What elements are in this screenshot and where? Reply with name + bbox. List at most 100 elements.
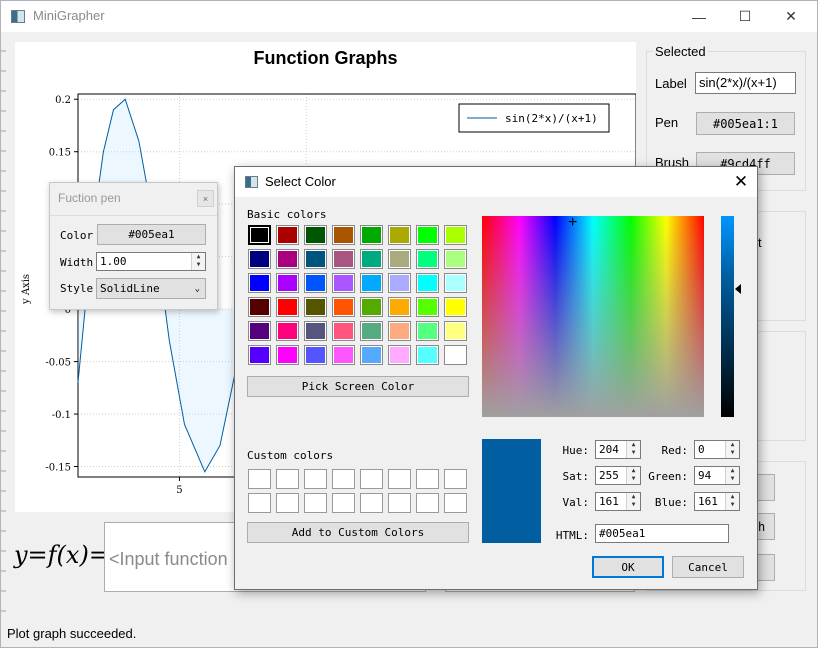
html-input[interactable]: #005ea1: [595, 524, 729, 543]
color-dialog-title-bar[interactable]: Select Color ✕: [235, 167, 757, 197]
basic-color-swatch[interactable]: [304, 273, 327, 293]
custom-color-swatch[interactable]: [416, 493, 439, 513]
basic-color-swatch[interactable]: [388, 249, 411, 269]
basic-color-swatch[interactable]: [388, 345, 411, 365]
value-slider[interactable]: [721, 216, 734, 417]
close-button[interactable]: ✕: [768, 1, 814, 32]
basic-color-swatch[interactable]: [332, 297, 355, 317]
basic-color-swatch[interactable]: [304, 345, 327, 365]
custom-color-swatch[interactable]: [444, 493, 467, 513]
maximize-button[interactable]: ☐: [722, 1, 768, 32]
basic-color-swatch[interactable]: [416, 273, 439, 293]
pick-screen-color-button[interactable]: Pick Screen Color: [247, 376, 469, 397]
label-input[interactable]: sin(2*x)/(x+1): [695, 72, 796, 94]
basic-color-swatch[interactable]: [248, 297, 271, 317]
custom-color-swatch[interactable]: [416, 469, 439, 489]
basic-color-swatch[interactable]: [276, 297, 299, 317]
basic-color-swatch[interactable]: [248, 321, 271, 341]
basic-color-swatch[interactable]: [360, 225, 383, 245]
basic-color-swatch[interactable]: [304, 297, 327, 317]
spin-arrows-icon[interactable]: ▲ ▼: [626, 493, 640, 510]
basic-color-swatch[interactable]: [444, 345, 467, 365]
title-bar[interactable]: MiniGrapher — ☐ ✕: [1, 1, 817, 32]
basic-color-swatch[interactable]: [332, 249, 355, 269]
spin-arrows-icon[interactable]: ▲ ▼: [191, 253, 205, 270]
basic-color-swatch[interactable]: [388, 225, 411, 245]
basic-color-swatch[interactable]: [416, 225, 439, 245]
basic-color-swatch[interactable]: [416, 321, 439, 341]
pen-dialog-close-button[interactable]: ×: [197, 190, 214, 207]
green-spinbox[interactable]: 94 ▲ ▼: [694, 466, 740, 485]
basic-color-swatch[interactable]: [360, 249, 383, 269]
custom-color-swatch[interactable]: [276, 469, 299, 489]
basic-color-swatch[interactable]: [332, 345, 355, 365]
custom-color-swatch[interactable]: [388, 469, 411, 489]
custom-color-swatch[interactable]: [248, 469, 271, 489]
basic-color-swatch[interactable]: [304, 321, 327, 341]
custom-color-swatch[interactable]: [304, 469, 327, 489]
hue-spinbox[interactable]: 204 ▲ ▼: [595, 440, 641, 459]
color-dialog-close-button[interactable]: ✕: [729, 171, 753, 193]
basic-color-swatch[interactable]: [360, 273, 383, 293]
basic-color-swatch[interactable]: [332, 225, 355, 245]
basic-color-swatch[interactable]: [388, 273, 411, 293]
sat-spinbox[interactable]: 255 ▲ ▼: [595, 466, 641, 485]
spin-arrows-icon[interactable]: ▲ ▼: [725, 467, 739, 484]
custom-color-swatch[interactable]: [332, 469, 355, 489]
basic-color-swatch[interactable]: [388, 297, 411, 317]
basic-color-swatch[interactable]: [276, 225, 299, 245]
basic-color-swatch[interactable]: [444, 273, 467, 293]
basic-color-swatch[interactable]: [248, 345, 271, 365]
basic-color-swatch[interactable]: [332, 321, 355, 341]
basic-color-swatch[interactable]: [360, 297, 383, 317]
basic-color-swatch[interactable]: [416, 297, 439, 317]
basic-color-swatch[interactable]: [332, 273, 355, 293]
blue-spinbox[interactable]: 161 ▲ ▼: [694, 492, 740, 511]
custom-color-swatch[interactable]: [332, 493, 355, 513]
spin-arrows-icon[interactable]: ▲ ▼: [725, 493, 739, 510]
basic-color-swatch[interactable]: [444, 321, 467, 341]
left-edge-strip: [1, 32, 6, 622]
custom-color-swatch[interactable]: [304, 493, 327, 513]
red-spinbox[interactable]: 0 ▲ ▼: [694, 440, 740, 459]
basic-color-swatch[interactable]: [444, 297, 467, 317]
basic-color-swatch[interactable]: [388, 321, 411, 341]
spin-arrows-icon[interactable]: ▲ ▼: [725, 441, 739, 458]
custom-color-swatch[interactable]: [248, 493, 271, 513]
basic-color-swatch[interactable]: [444, 225, 467, 245]
basic-color-swatch[interactable]: [276, 249, 299, 269]
basic-color-swatch[interactable]: [248, 273, 271, 293]
pen-width-spinbox[interactable]: 1.00 ▲ ▼: [96, 252, 206, 271]
pen-label: Pen: [655, 115, 679, 130]
basic-color-swatch[interactable]: [416, 345, 439, 365]
hue-saturation-picker[interactable]: [482, 216, 704, 417]
spin-arrows-icon[interactable]: ▲ ▼: [626, 441, 640, 458]
spin-arrows-icon[interactable]: ▲ ▼: [626, 467, 640, 484]
custom-color-swatch[interactable]: [360, 493, 383, 513]
basic-color-swatch[interactable]: [416, 249, 439, 269]
minimize-button[interactable]: —: [676, 1, 722, 32]
custom-color-swatch[interactable]: [276, 493, 299, 513]
custom-color-swatch[interactable]: [444, 469, 467, 489]
basic-color-swatch[interactable]: [276, 321, 299, 341]
pen-color-button[interactable]: #005ea1: [97, 224, 206, 245]
slider-marker-icon[interactable]: [735, 284, 741, 294]
basic-color-swatch[interactable]: [444, 249, 467, 269]
basic-color-swatch[interactable]: [304, 249, 327, 269]
basic-color-swatch[interactable]: [276, 345, 299, 365]
basic-color-swatch[interactable]: [248, 225, 271, 245]
pen-style-select[interactable]: SolidLine ⌄: [96, 278, 206, 299]
add-custom-colors-button[interactable]: Add to Custom Colors: [247, 522, 469, 543]
pen-button[interactable]: #005ea1:1: [696, 112, 795, 135]
val-spinbox[interactable]: 161 ▲ ▼: [595, 492, 641, 511]
basic-color-swatch[interactable]: [360, 345, 383, 365]
basic-color-swatch[interactable]: [276, 273, 299, 293]
basic-color-swatch[interactable]: [360, 321, 383, 341]
basic-color-swatch[interactable]: [248, 249, 271, 269]
basic-color-swatch[interactable]: [304, 225, 327, 245]
cancel-button[interactable]: Cancel: [672, 556, 744, 578]
custom-color-swatch[interactable]: [388, 493, 411, 513]
ok-button[interactable]: OK: [592, 556, 664, 578]
hue-value: 204: [599, 443, 619, 456]
custom-color-swatch[interactable]: [360, 469, 383, 489]
